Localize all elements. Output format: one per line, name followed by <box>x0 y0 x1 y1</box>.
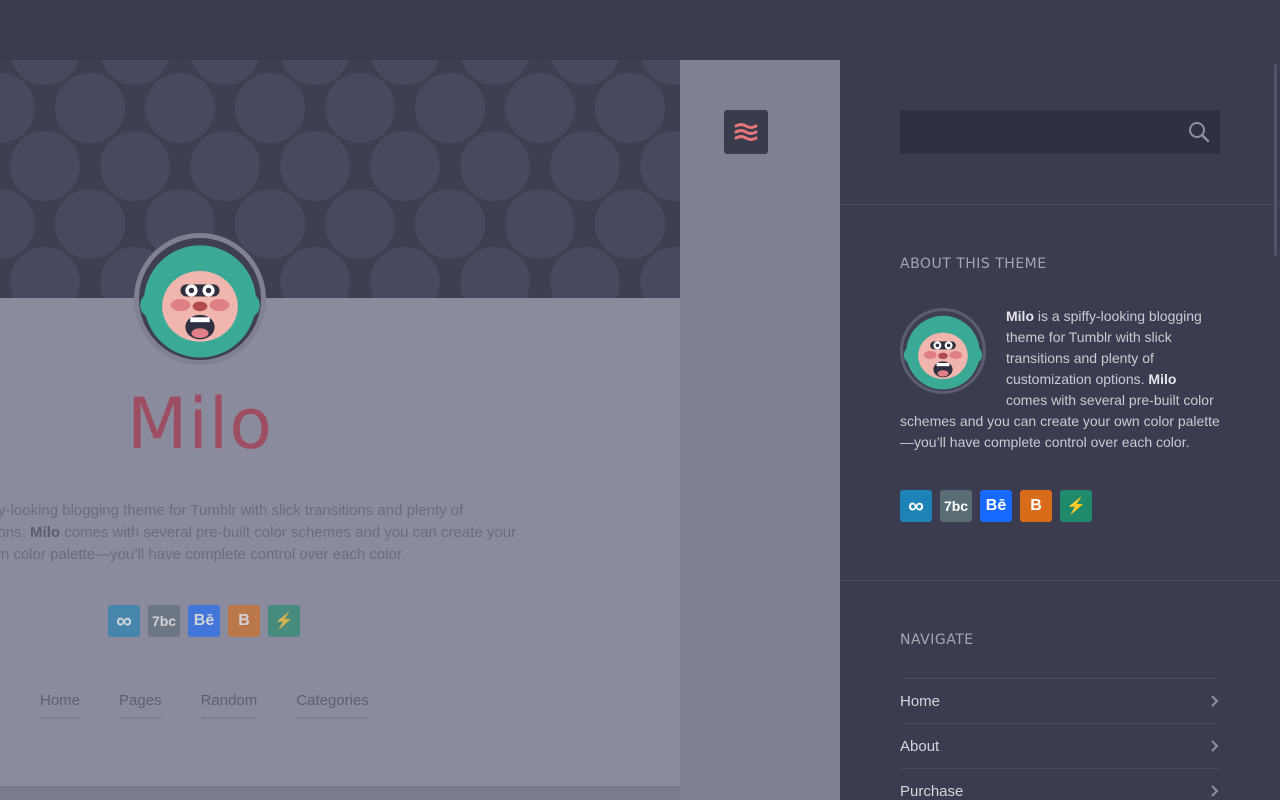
monkey-avatar-icon <box>903 315 983 390</box>
sidebar-social-links: ∞ 7bc Bē B ⚡ <box>900 490 1092 522</box>
menu-toggle-button[interactable] <box>724 110 768 154</box>
blog-avatar[interactable] <box>134 233 266 365</box>
page-footer-strip <box>0 786 680 800</box>
description-line: tions. Milo comes with several pre-built… <box>0 524 517 541</box>
scrollbar-thumb[interactable] <box>1274 64 1277 256</box>
sidebar-gutter <box>680 60 840 800</box>
chevron-right-icon <box>1211 695 1219 707</box>
page-nav-pages[interactable]: Pages <box>119 692 162 719</box>
navigate-widget-title: NAVIGATE <box>900 632 974 648</box>
blogger-icon[interactable]: B <box>228 605 260 637</box>
infinity-icon[interactable]: ∞ <box>108 605 140 637</box>
chevron-right-icon <box>1211 785 1219 797</box>
lightning-icon[interactable]: ⚡ <box>1060 490 1092 522</box>
lightning-icon[interactable]: ⚡ <box>268 605 300 637</box>
page-nav-random[interactable]: Random <box>200 692 258 719</box>
page-navigation: Home Pages Random Categories <box>40 692 369 719</box>
monkey-avatar-icon <box>140 245 260 358</box>
description-line: ffy-looking blogging theme for Tumblr wi… <box>0 502 464 519</box>
nav-item-purchase[interactable]: Purchase <box>900 768 1220 800</box>
blog-page-preview: Milo ffy-looking blogging theme for Tumb… <box>0 60 680 800</box>
behance-icon[interactable]: Bē <box>980 490 1012 522</box>
about-theme-name: Milo <box>1006 308 1034 324</box>
nav-item-about[interactable]: About <box>900 723 1220 768</box>
page-nav-categories[interactable]: Categories <box>296 692 369 719</box>
sidebar-panel: ABOUT THIS THEME Milo is a spiffy-lookin… <box>840 60 1280 800</box>
about-text: comes with several pre-built color schem… <box>900 392 1220 450</box>
description-line: wn color palette—you’ll have complete co… <box>0 546 406 563</box>
search-input[interactable] <box>900 110 1220 154</box>
behance-icon[interactable]: Bē <box>188 605 220 637</box>
divider <box>840 204 1280 205</box>
blog-description: ffy-looking blogging theme for Tumblr wi… <box>0 500 530 566</box>
about-widget: Milo is a spiffy-looking blogging theme … <box>900 306 1220 453</box>
blogger-icon[interactable]: B <box>1020 490 1052 522</box>
page-social-links: ∞ 7bc Bē B ⚡ <box>108 605 300 637</box>
navigate-list: Home About Purchase <box>900 678 1220 800</box>
blog-title[interactable]: Milo <box>0 383 400 465</box>
infinity-icon[interactable]: ∞ <box>900 490 932 522</box>
divider <box>840 580 1280 581</box>
about-widget-title: ABOUT THIS THEME <box>900 256 1047 272</box>
about-avatar <box>900 308 986 394</box>
chevron-right-icon <box>1211 740 1219 752</box>
menu-icon <box>734 123 758 141</box>
about-theme-name: Milo <box>1148 371 1177 387</box>
search-icon[interactable] <box>1188 121 1210 143</box>
nav-item-home[interactable]: Home <box>900 678 1220 723</box>
search-box <box>900 110 1220 154</box>
header-banner <box>0 60 680 298</box>
polka-dot-pattern <box>0 60 680 298</box>
page-nav-home[interactable]: Home <box>40 692 81 719</box>
vimeo-icon[interactable]: 7bc <box>940 490 972 522</box>
vimeo-icon[interactable]: 7bc <box>148 605 180 637</box>
